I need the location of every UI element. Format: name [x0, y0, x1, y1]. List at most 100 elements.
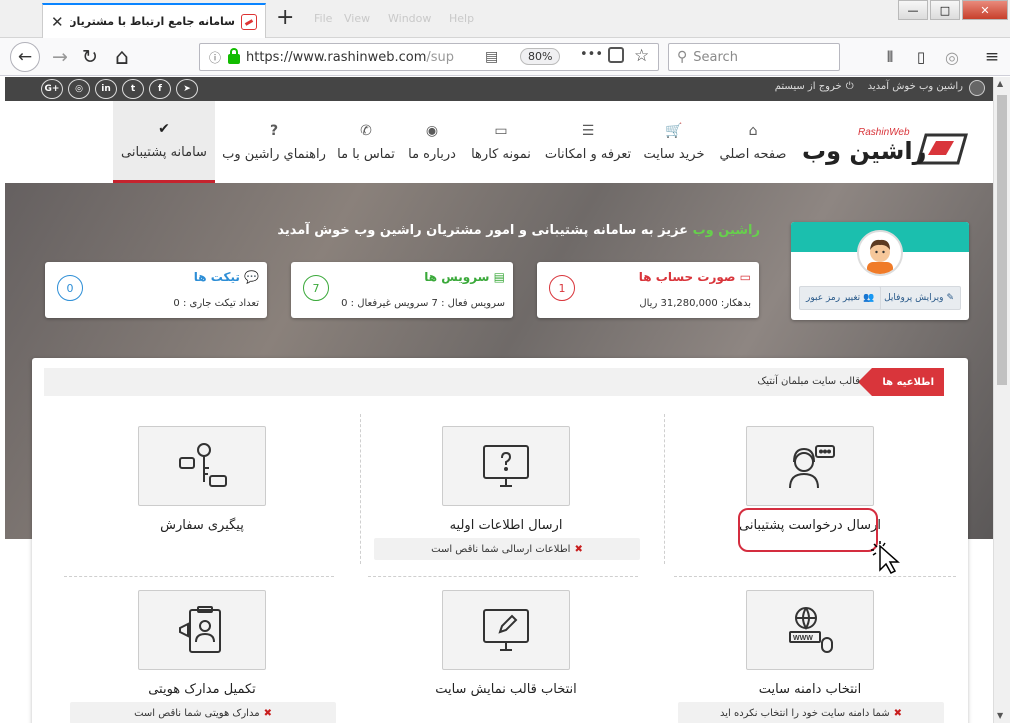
power-icon: ⏻ — [845, 81, 854, 92]
notice-text[interactable]: قالب سایت مبلمان آنتیک — [757, 376, 860, 387]
forward-button[interactable]: → — [46, 44, 74, 70]
services-card[interactable]: ▤ سرویس ها سرویس فعال : 7 سرویس غیرفعال … — [291, 262, 513, 318]
menu-file[interactable]: File — [314, 12, 332, 25]
menu-support[interactable]: ✔ سامانه پشتیبانی — [113, 101, 215, 183]
menu-view[interactable]: View — [344, 12, 370, 25]
monitor-edit-icon — [483, 609, 529, 651]
tickets-title: 💬 تیکت ها — [194, 270, 259, 284]
avatar[interactable] — [857, 230, 903, 276]
sidebar-icon[interactable]: ▯ — [907, 44, 935, 70]
tile-choose-template[interactable] — [442, 590, 570, 670]
tile-choose-domain-warning-text: شما دامنه سایت خود را انتخاب نکرده اید — [719, 707, 890, 719]
id-card-icon — [179, 606, 221, 653]
error-icon: ✖ — [893, 707, 903, 719]
support-agent-icon — [789, 445, 835, 489]
menu-portfolio[interactable]: ▭ نمونه كارها — [465, 101, 537, 183]
scrollbar-thumb[interactable] — [997, 95, 1007, 385]
back-button[interactable]: ← — [10, 42, 40, 72]
menu-pricing[interactable]: ☰ تعرفه و امكانات — [541, 101, 635, 183]
change-password-label: تغییر رمز عبور — [806, 293, 861, 303]
hero-welcome-text: راشین وب عزیز به سامانه پشتیبانی و امور … — [5, 223, 760, 238]
invoices-card[interactable]: ▭ صورت حساب ها بدهکار: 31,280,000 ریال 1 — [537, 262, 759, 318]
menu-help[interactable]: Help — [449, 12, 474, 25]
page-scrollbar[interactable]: ▲ ▼ — [993, 77, 1010, 723]
browser-tab[interactable]: سامانه جامع ارتباط با مشتریان راشی ✕ — [42, 3, 266, 38]
tile-track-order-label[interactable]: پیگیری سفارش — [62, 518, 342, 533]
tile-identity-docs-label[interactable]: تکمیل مدارک هویتی — [62, 682, 342, 697]
page-actions-button[interactable]: ••• — [580, 47, 603, 62]
pocket-icon[interactable] — [608, 47, 624, 63]
menu-buy-site[interactable]: 🛒 خريد سايت — [639, 101, 709, 183]
change-password-button[interactable]: 👥 تغییر رمز عبور — [799, 286, 882, 310]
tile-choose-domain-label[interactable]: انتخاب دامنه سایت — [670, 682, 950, 697]
tile-choose-template-label[interactable]: انتخاب قالب نمایش سایت — [366, 682, 646, 697]
tab-title: سامانه جامع ارتباط با مشتریان راشی — [69, 15, 235, 28]
tile-identity-docs-warning: ✖ مدارک هویتی شما ناقص است — [70, 702, 336, 723]
hamburger-menu-icon[interactable]: ≡ — [978, 44, 1006, 70]
search-input[interactable]: ⚲ Search — [668, 43, 840, 71]
instagram-icon[interactable]: ◎ — [68, 79, 90, 99]
tickets-card[interactable]: 💬 تیکت ها تعداد تیکت جاری : 0 0 — [45, 262, 267, 318]
tile-send-info[interactable] — [442, 426, 570, 506]
divider — [674, 576, 956, 577]
edit-profile-button[interactable]: ✎ ویرایش پروفایل — [877, 286, 961, 310]
linkedin-icon[interactable]: in — [95, 79, 117, 99]
globe-addon-icon[interactable]: ◎ — [938, 44, 966, 70]
site-logo[interactable]: RashinWeb راشین وب — [798, 121, 970, 173]
scroll-down-icon[interactable]: ▼ — [997, 711, 1003, 720]
tab-close-icon[interactable]: ✕ — [51, 13, 64, 31]
menu-pricing-label: تعرفه و امكانات — [544, 146, 632, 162]
twitter-icon[interactable]: t — [122, 79, 144, 99]
bookmark-star-icon[interactable]: ☆ — [634, 46, 649, 66]
facebook-icon[interactable]: f — [149, 79, 171, 99]
minimize-button[interactable]: — — [898, 0, 928, 20]
search-placeholder: Search — [693, 49, 738, 65]
tile-identity-docs-warning-text: مدارک هویتی شما ناقص است — [134, 707, 260, 719]
menu-contact-label: تماس با ما — [337, 146, 395, 162]
services-title-text: سرویس ها — [424, 270, 490, 284]
laptop-icon: ▭ — [494, 122, 508, 139]
tickets-sub: تعداد تیکت جاری : 0 — [173, 298, 259, 309]
close-window-button[interactable]: ✕ — [962, 0, 1008, 20]
monitor-question-icon — [483, 445, 529, 487]
reader-view-icon[interactable]: ▤ — [485, 49, 498, 65]
tile-track-order[interactable] — [138, 426, 266, 506]
tile-send-info-label[interactable]: ارسال اطلاعات اولیه — [366, 518, 646, 533]
site-favicon-icon — [241, 13, 257, 30]
invoices-title: ▭ صورت حساب ها — [639, 270, 751, 284]
question-icon: ? — [269, 122, 279, 139]
hero-welcome-rest: عزیز به سامانه پشتیبانی و امور مشتریان ر… — [277, 223, 693, 238]
reload-button[interactable]: ↻ — [76, 44, 104, 70]
url-bar[interactable]: ⓘ https://www.rashinweb.com/sup ▤ 80% ••… — [199, 43, 659, 71]
googleplus-icon[interactable]: G+ — [41, 79, 63, 99]
tile-choose-domain[interactable]: WWW — [746, 590, 874, 670]
home-button[interactable]: ⌂ — [108, 44, 136, 70]
zoom-level[interactable]: 80% — [520, 48, 561, 65]
user-welcome-text: راشین وب خوش آمدید — [867, 81, 963, 92]
tile-choose-domain-warning: ✖ شما دامنه سایت خود را انتخاب نکرده اید — [678, 702, 944, 723]
tile-identity-docs[interactable] — [138, 590, 266, 670]
mouse-cursor-icon — [871, 541, 900, 574]
search-icon: ⚲ — [677, 49, 688, 65]
menu-contact[interactable]: ✆ تماس با ما — [333, 101, 399, 183]
telegram-icon[interactable]: ➤ — [176, 79, 198, 99]
divider — [664, 414, 665, 564]
info-icon[interactable]: ⓘ — [204, 49, 226, 66]
edit-profile-label: ویرایش پروفایل — [884, 293, 944, 303]
site-topbar: G+ ◎ in t f ➤ راشین وب خوش آمدید ⏻ خروج … — [5, 77, 993, 101]
svg-text:WWW: WWW — [793, 635, 813, 642]
library-icon[interactable]: ⫴ — [876, 44, 904, 70]
scroll-up-icon[interactable]: ▲ — [997, 79, 1003, 88]
highlight-outline — [738, 508, 878, 552]
menu-guide[interactable]: ? راهنماي راشين وب — [219, 101, 329, 183]
tile-support-request[interactable] — [746, 426, 874, 506]
services-panel: اطلاعیه ها قالب سایت مبلمان آنتیک ارسال … — [32, 358, 968, 723]
menu-about[interactable]: ◉ درباره ما — [403, 101, 461, 183]
menu-buy-site-label: خريد سايت — [643, 146, 705, 162]
invoices-title-text: صورت حساب ها — [638, 270, 736, 284]
maximize-button[interactable]: □ — [930, 0, 960, 20]
menu-home[interactable]: ⌂ صفحه اصلي — [716, 101, 790, 183]
new-tab-button[interactable]: + — [276, 7, 294, 29]
menu-window[interactable]: Window — [388, 12, 431, 25]
logout-link[interactable]: خروج از سیستم — [775, 81, 842, 92]
